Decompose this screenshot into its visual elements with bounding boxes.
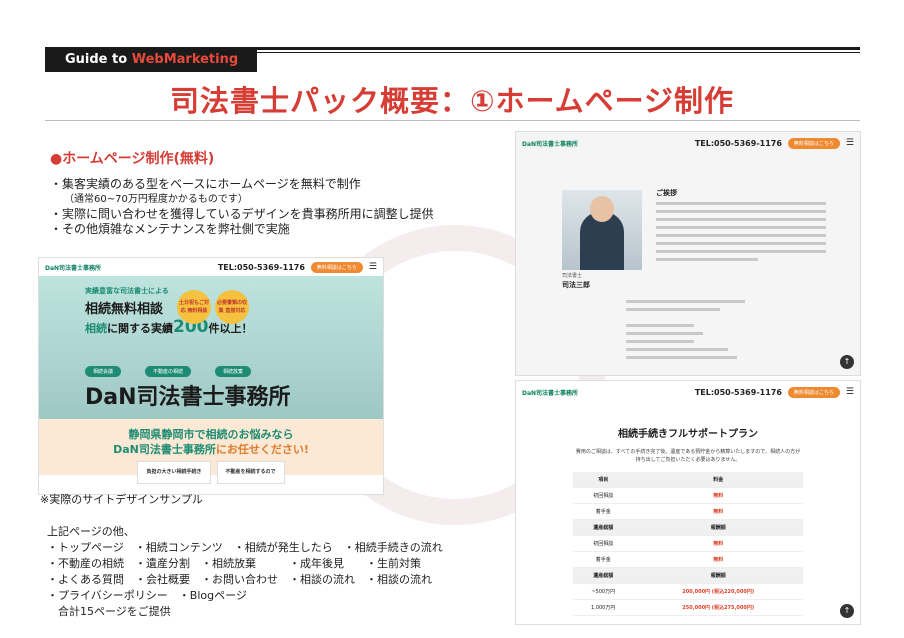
bullet-item: ・実際に問い合わせを獲得しているデザインを貴事務所用に調整し提供 <box>50 207 434 221</box>
site-tel: TEL:050-5369-1176 <box>217 262 305 272</box>
table-row: 項目 料金 <box>573 472 803 488</box>
role-label: 司法書士 <box>562 273 583 279</box>
plan-description: 費用のご相談は、すべての手続き完了後。遺産である預貯金から精算いたしますので、相… <box>516 448 860 464</box>
menu-icon: ☰ <box>368 262 377 272</box>
table-cell: 無料 <box>633 551 803 568</box>
feature-bullets: ・集客実績のある型をベースにホームページを無料で制作 （通常60~70万円程度か… <box>50 177 434 237</box>
title-divider <box>45 120 860 121</box>
site-cta-button: 無料相談はこちら <box>310 261 363 273</box>
table-cell: 着手金 <box>573 503 634 520</box>
scroll-top-icon: ↑ <box>840 604 854 618</box>
scroll-top-icon: ↑ <box>840 355 854 369</box>
plan-desc-line: 持ち出してご負担いただく必要はありません。 <box>635 457 741 463</box>
others-intro: 上記ページの他、 <box>47 525 135 538</box>
others-line: 合計15ページをご提供 <box>47 605 171 618</box>
table-cell: 無料 <box>633 487 803 504</box>
greeting-heading: ご挨拶 <box>656 189 677 197</box>
bullet-item: ・その他煩雑なメンテナンスを弊社側で実施 <box>50 222 290 236</box>
guide-label: Guide to WebMarketing <box>45 47 257 72</box>
profile-details <box>626 300 796 364</box>
hero-pill: 相続放棄 <box>215 366 252 377</box>
others-line: ・プライバシーポリシー ・Blogページ <box>47 589 247 602</box>
site-band: 静岡県静岡市で相続のお悩みなら DaN司法書士事務所にお任せください! 負担の大… <box>39 419 383 484</box>
hero-pill: 相続会議 <box>85 366 122 377</box>
table-row: 初回相談 無料 <box>573 535 803 552</box>
table-row: 着手金 無料 <box>573 503 803 520</box>
table-cell: ~500万円 <box>573 583 634 600</box>
table-cell: 初回相談 <box>573 535 634 552</box>
table-row: 遺産総額 報酬額 <box>573 567 803 584</box>
site-header: DaN司法書士事務所 TEL:050-5369-1176 無料相談はこちら ☰ <box>516 381 860 403</box>
section-heading: ●ホームページ制作(無料) <box>50 151 215 167</box>
band-line1: 静岡県静岡市で相続のお悩みなら <box>128 428 294 441</box>
site-hero: 実績豊富な司法書士による 相続無料相談 相続に関する実績200件以上！ 土日祝も… <box>39 276 383 419</box>
table-row: ~500万円 200,000円 (税込220,000円) <box>573 583 803 600</box>
person-name: 司法三郎 <box>562 281 590 289</box>
table-row: 1,000万円 250,000円 (税込275,000円) <box>573 599 803 616</box>
table-cell: 料金 <box>633 472 803 488</box>
hero-eyebrow: 実績豊富な司法書士による <box>85 287 169 295</box>
hero-sub-b: に関する実績 <box>107 322 173 335</box>
hero-badge: 必要書類の収集 直接対応 <box>215 290 249 324</box>
table-cell: 200,000円 (税込220,000円) <box>633 583 803 600</box>
other-pages-list: 上記ページの他、・トップページ ・相続コンテンツ ・相続が発生したら ・相続手続… <box>47 524 443 620</box>
table-row: 初回相談 無料 <box>573 487 803 504</box>
table-row: 遺産総額 報酬額 <box>573 519 803 536</box>
others-line: ・トップページ ・相続コンテンツ ・相続が発生したら ・相続手続きの流れ <box>47 541 443 554</box>
table-cell: 無料 <box>633 503 803 520</box>
others-line: ・よくある質問 ・会社概要 ・お問い合わせ ・相談の流れ ・相談の流れ <box>47 573 432 586</box>
hero-office-name: DaN司法書士事務所 <box>85 385 291 410</box>
site-header: DaN司法書士事務所 TEL:050-5369-1176 無料相談はこちら ☰ <box>516 132 860 154</box>
hero-pill: 不動産の相続 <box>145 366 192 377</box>
table-cell: 報酬額 <box>633 567 803 584</box>
site-logo: DaN司法書士事務所 <box>522 140 579 148</box>
menu-icon: ☰ <box>845 387 854 397</box>
site-cta-button: 無料相談はこちら <box>787 386 840 398</box>
hero-badge: 土日祝もご対応 無料相談 <box>177 290 211 324</box>
bullet-note: （通常60~70万円程度かかるものです） <box>64 194 248 205</box>
menu-icon: ☰ <box>845 138 854 148</box>
site-link-button: 負担の大きい相続手続き <box>137 461 211 484</box>
header-rule <box>257 47 860 50</box>
plan-desc-line: 費用のご相談は、すべての手続き完了後。遺産である預貯金から精算いたしますので、相… <box>575 449 801 455</box>
fee-table: 項目 料金 初回相談 無料 着手金 無料 遺産総額 報酬額 初回相談 無料 着手金 無料 遺産総額 報酬額… <box>573 472 803 616</box>
table-cell: 初回相談 <box>573 487 634 504</box>
table-cell: 遺産総額 <box>573 519 634 536</box>
table-cell: 1,000万円 <box>573 599 634 616</box>
site-logo: DaN司法書士事務所 <box>45 264 102 272</box>
table-cell: 報酬額 <box>633 519 803 536</box>
band-line2b: にお任せください! <box>215 443 309 456</box>
site-logo: DaN司法書士事務所 <box>522 389 579 397</box>
site-tel: TEL:050-5369-1176 <box>694 138 782 148</box>
table-cell: 無料 <box>633 535 803 552</box>
others-line: ・不動産の相続 ・遺産分割 ・相続放棄 ・成年後見 ・生前対策 <box>47 557 421 570</box>
plan-page-screenshot: DaN司法書士事務所 TEL:050-5369-1176 無料相談はこちら ☰ … <box>515 380 861 625</box>
page-title: 司法書士パック概要：①ホームページ制作 <box>169 84 735 118</box>
table-cell: 遺産総額 <box>573 567 634 584</box>
hero-headline: 相続無料相談 <box>85 302 164 317</box>
site-link-button: 不動産を相続するので <box>216 461 285 484</box>
table-cell: 項目 <box>573 472 634 488</box>
site-cta-button: 無料相談はこちら <box>787 137 840 149</box>
greeting-text <box>656 202 826 266</box>
sample-caption: ※実際のサイトデザインサンプル <box>40 493 203 506</box>
profile-page-screenshot: DaN司法書士事務所 TEL:050-5369-1176 無料相談はこちら ☰ … <box>515 131 861 376</box>
table-cell: 着手金 <box>573 551 634 568</box>
site-sample-screenshot: DaN司法書士事務所 TEL:050-5369-1176 無料相談はこちら ☰ … <box>38 257 384 495</box>
guide-prefix: Guide to <box>65 52 132 67</box>
bullet-item: ・集客実績のある型をベースにホームページを無料で制作 <box>50 177 361 191</box>
hero-sub-a: 相続 <box>85 322 107 335</box>
table-row: 着手金 無料 <box>573 551 803 568</box>
band-line2a: DaN司法書士事務所 <box>113 443 216 456</box>
table-cell: 250,000円 (税込275,000円) <box>633 599 803 616</box>
lawyer-photo <box>562 190 642 270</box>
header-rule-thin <box>257 52 860 53</box>
guide-accent: WebMarketing <box>131 52 239 67</box>
site-tel: TEL:050-5369-1176 <box>694 387 782 397</box>
plan-title: 相続手続きフルサポートプラン <box>618 429 758 440</box>
site-header: DaN司法書士事務所 TEL:050-5369-1176 無料相談はこちら ☰ <box>39 258 383 276</box>
